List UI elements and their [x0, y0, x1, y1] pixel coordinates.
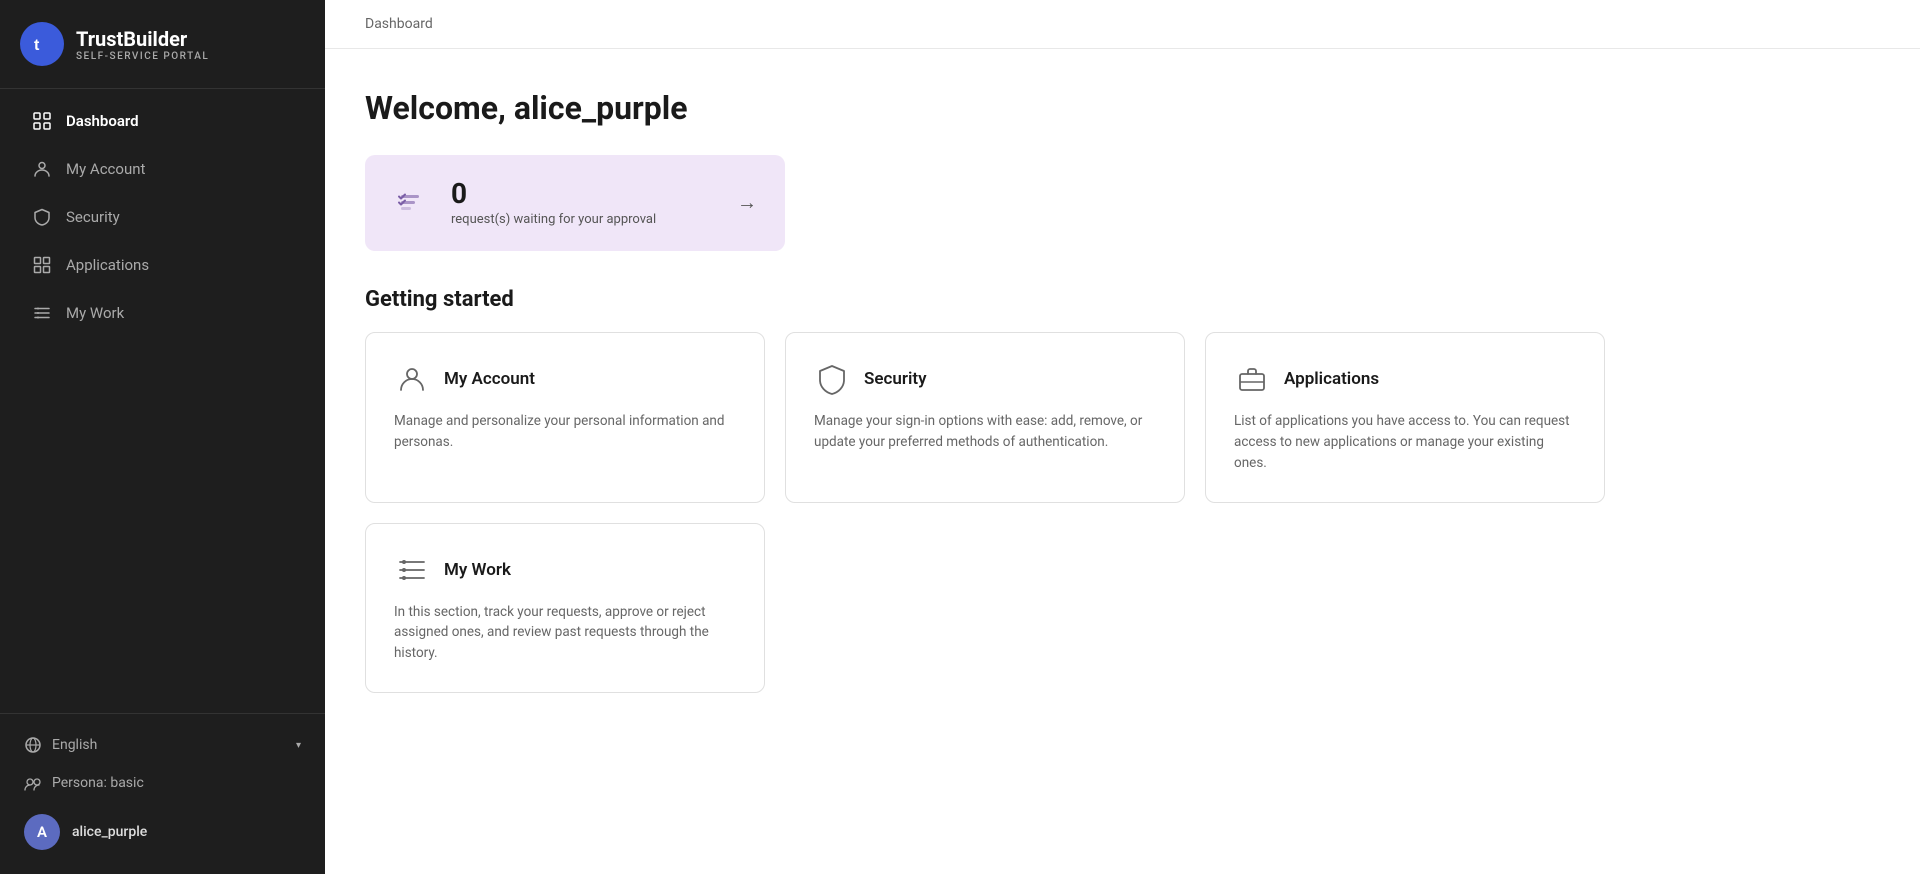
- approval-card[interactable]: 0 request(s) waiting for your approval →: [365, 155, 785, 251]
- sidebar-item-dashboard[interactable]: Dashboard: [8, 97, 317, 145]
- brand-title: TrustBuilder: [76, 27, 209, 51]
- card-desc-security: Manage your sign-in options with ease: a…: [814, 411, 1156, 453]
- card-title-my-work: My Work: [444, 560, 511, 580]
- card-header-applications: Applications: [1234, 361, 1576, 397]
- sidebar-item-my-account[interactable]: My Account: [8, 145, 317, 193]
- approval-count: 0: [451, 179, 719, 210]
- getting-started-heading: Getting started: [365, 287, 1880, 312]
- sidebar-divider: [0, 88, 325, 89]
- grid-icon: [32, 255, 52, 275]
- checklist-icon: [393, 183, 433, 223]
- logo-icon: t: [20, 22, 64, 66]
- card-header-my-account: My Account: [394, 361, 736, 397]
- sidebar-item-label-security: Security: [66, 208, 120, 226]
- approval-arrow-icon[interactable]: →: [737, 190, 757, 215]
- avatar: A: [24, 814, 60, 850]
- persona-item: Persona: basic: [0, 764, 325, 802]
- breadcrumb: Dashboard: [325, 0, 1920, 49]
- shield-icon: [32, 207, 52, 227]
- user-item[interactable]: A alice_purple: [0, 802, 325, 862]
- sidebar-item-applications[interactable]: Applications: [8, 241, 317, 289]
- persona-icon: [24, 774, 42, 792]
- sidebar-item-label-applications: Applications: [66, 256, 149, 274]
- shield-card-icon: [814, 361, 850, 397]
- person-card-icon: [394, 361, 430, 397]
- breadcrumb-text: Dashboard: [365, 16, 433, 32]
- sidebar-item-label-my-work: My Work: [66, 304, 124, 322]
- card-security[interactable]: Security Manage your sign-in options wit…: [785, 332, 1185, 503]
- mywork-card-icon: [394, 552, 430, 588]
- sidebar: t TrustBuilder SELF-SERVICE PORTAL Dashb…: [0, 0, 325, 874]
- sidebar-item-security[interactable]: Security: [8, 193, 317, 241]
- language-selector[interactable]: English ▾: [0, 726, 325, 764]
- content-area: Welcome, alice_purple 0 request(s) waiti…: [325, 49, 1920, 753]
- card-header-security: Security: [814, 361, 1156, 397]
- list-icon: [32, 303, 52, 323]
- card-header-my-work: My Work: [394, 552, 736, 588]
- sidebar-item-my-work[interactable]: My Work: [8, 289, 317, 337]
- card-desc-my-account: Manage and personalize your personal inf…: [394, 411, 736, 453]
- card-title-security: Security: [864, 369, 927, 389]
- svg-text:t: t: [34, 37, 40, 54]
- dashboard-icon: [32, 111, 52, 131]
- person-icon: [32, 159, 52, 179]
- sidebar-item-label-dashboard: Dashboard: [66, 112, 139, 130]
- card-applications[interactable]: Applications List of applications you ha…: [1205, 332, 1605, 503]
- persona-label: Persona: basic: [52, 775, 144, 791]
- avatar-initial: A: [37, 823, 47, 841]
- sidebar-item-label-my-account: My Account: [66, 160, 145, 178]
- main-content: Dashboard Welcome, alice_purple 0 reques…: [325, 0, 1920, 874]
- username-label: alice_purple: [72, 824, 147, 840]
- approval-label: request(s) waiting for your approval: [451, 212, 719, 227]
- cards-row-top: My Account Manage and personalize your p…: [365, 332, 1880, 503]
- card-title-applications: Applications: [1284, 369, 1379, 389]
- chevron-down-icon: ▾: [296, 740, 301, 751]
- card-title-my-account: My Account: [444, 369, 535, 389]
- cards-row-bottom: My Work In this section, track your requ…: [365, 523, 1880, 694]
- card-desc-my-work: In this section, track your requests, ap…: [394, 602, 736, 665]
- welcome-heading: Welcome, alice_purple: [365, 89, 1880, 127]
- language-label: English: [52, 737, 97, 753]
- briefcase-card-icon: [1234, 361, 1270, 397]
- sidebar-bottom: English ▾ Persona: basic A alice_purple: [0, 713, 325, 874]
- card-my-work[interactable]: My Work In this section, track your requ…: [365, 523, 765, 694]
- card-desc-applications: List of applications you have access to.…: [1234, 411, 1576, 474]
- logo-text: TrustBuilder SELF-SERVICE PORTAL: [76, 27, 209, 62]
- approval-info: 0 request(s) waiting for your approval: [451, 179, 719, 227]
- globe-icon: [24, 736, 42, 754]
- card-my-account[interactable]: My Account Manage and personalize your p…: [365, 332, 765, 503]
- logo-area: t TrustBuilder SELF-SERVICE PORTAL: [0, 0, 325, 88]
- brand-subtitle: SELF-SERVICE PORTAL: [76, 51, 209, 62]
